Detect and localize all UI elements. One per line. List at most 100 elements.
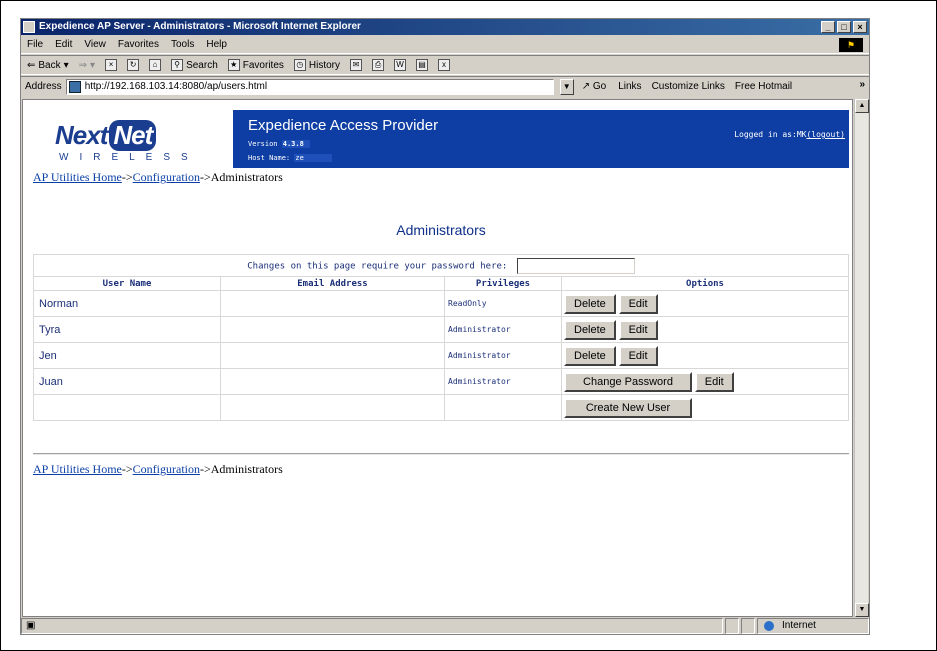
breadcrumb-config-link[interactable]: Configuration [133, 462, 200, 476]
host-value: ze [294, 154, 332, 162]
search-button[interactable]: ⚲ Search [171, 59, 218, 71]
go-label: Go [592, 81, 607, 92]
stop-icon[interactable]: × [105, 59, 118, 71]
edit-button[interactable]: Edit [618, 345, 658, 366]
edit-button[interactable]: Edit [618, 319, 658, 340]
menu-edit[interactable]: Edit [55, 36, 72, 53]
close-button[interactable]: × [853, 21, 867, 33]
history-icon: ◷ [293, 59, 306, 71]
zone-label: Internet [782, 620, 816, 631]
change-password-button[interactable]: Change Password [564, 371, 692, 392]
back-label: Back [38, 59, 61, 71]
more-links-chevron-icon[interactable]: » [859, 79, 865, 90]
window-titlebar[interactable]: Expedience AP Server - Administrators - … [21, 19, 869, 35]
forward-button[interactable]: ⇒ ▾ [79, 60, 95, 71]
home-icon[interactable]: ⌂ [149, 59, 162, 71]
menu-file[interactable]: File [27, 36, 43, 53]
edit-word-icon[interactable]: W [394, 59, 407, 71]
breadcrumb-current: Administrators [210, 170, 283, 184]
go-button[interactable]: ↗ Go [582, 81, 607, 92]
column-header-privileges: Privileges [444, 276, 562, 291]
history-label: History [308, 59, 341, 71]
security-zone: Internet [757, 618, 869, 634]
print-icon[interactable]: ⎙ [372, 59, 385, 71]
link-customize[interactable]: Customize Links [652, 81, 725, 92]
scroll-down-icon[interactable]: ▼ [855, 603, 869, 617]
table-row: Jen Administrator Delete Edit [33, 342, 849, 369]
table-row: Juan Administrator Change Password Edit [33, 368, 849, 395]
menu-tools[interactable]: Tools [171, 36, 194, 53]
breadcrumb-separator: -> [121, 462, 133, 476]
address-bar: Address http://192.168.103.14:8080/ap/us… [21, 76, 869, 96]
email-cell [220, 316, 445, 343]
back-button[interactable]: ⇐ Back ▾ [27, 60, 69, 71]
breadcrumb-separator: -> [199, 170, 211, 184]
refresh-icon[interactable]: ↻ [127, 59, 140, 71]
create-new-user-button[interactable]: Create New User [564, 397, 692, 418]
version-info: Version 4.3.8 [248, 140, 310, 148]
privilege-cell: Administrator [444, 368, 562, 395]
administrators-table: Changes on this page require your passwo… [33, 254, 849, 421]
maximize-button[interactable]: □ [837, 21, 851, 33]
user-name-cell: Juan [33, 368, 221, 395]
logo-net-text: Net [109, 120, 157, 151]
options-cell: Delete Edit [561, 342, 849, 369]
page-content: Next Net WIRELESS Expedience Access Provi… [22, 99, 853, 617]
address-dropdown-icon[interactable]: ▼ [559, 78, 574, 95]
product-title: Expedience Access Provider [248, 117, 439, 134]
windows-logo-icon: ⚑ [839, 38, 863, 52]
address-url: http://192.168.103.14:8080/ap/users.html [84, 80, 268, 92]
user-name-cell: Norman [33, 290, 221, 317]
version-value: 4.3.8 [281, 140, 310, 148]
address-input[interactable]: http://192.168.103.14:8080/ap/users.html [65, 78, 554, 95]
browser-toolbar: ⇐ Back ▾ ⇒ ▾ × ↻ ⌂ ⚲ Search ★ Favorites … [21, 55, 869, 75]
table-row-new-user: Create New User [33, 394, 849, 421]
links-label: Links [618, 81, 642, 92]
menu-help[interactable]: Help [206, 36, 227, 53]
discuss-icon[interactable]: ▤ [416, 59, 429, 71]
history-button[interactable]: ◷ History [293, 59, 341, 71]
link-hotmail[interactable]: Free Hotmail [735, 81, 792, 92]
breadcrumb-config-link[interactable]: Configuration [133, 170, 200, 184]
email-cell [220, 368, 445, 395]
chevron-down-icon: ▾ [90, 59, 96, 71]
password-prompt: Changes on this page require your passwo… [247, 261, 508, 271]
scroll-up-icon[interactable]: ▲ [855, 99, 869, 113]
login-status: Logged in as:MK(logout) [734, 130, 845, 139]
status-bar: ▣ Internet [21, 618, 869, 634]
mail-icon[interactable]: ✉ [350, 59, 363, 71]
breadcrumb-separator: -> [199, 462, 211, 476]
column-header-user: User Name [33, 276, 221, 291]
password-row: Changes on this page require your passwo… [33, 254, 849, 277]
edit-button[interactable]: Edit [694, 371, 734, 392]
messenger-icon[interactable]: x [438, 59, 451, 71]
back-arrow-icon: ⇐ [27, 59, 36, 71]
screenshot-frame: Expedience AP Server - Administrators - … [0, 0, 937, 651]
table-header-row: User Name Email Address Privileges Optio… [33, 276, 849, 291]
chevron-down-icon: ▾ [63, 59, 69, 71]
delete-button[interactable]: Delete [564, 319, 616, 340]
options-cell: Create New User [561, 394, 849, 421]
search-icon: ⚲ [171, 59, 184, 71]
browser-window: Expedience AP Server - Administrators - … [20, 18, 870, 635]
minimize-button[interactable]: _ [821, 21, 835, 33]
logout-link[interactable]: (logout) [806, 130, 845, 139]
globe-icon [764, 621, 774, 631]
breadcrumb-home-link[interactable]: AP Utilities Home [33, 462, 122, 476]
menu-view[interactable]: View [84, 36, 106, 53]
forward-arrow-icon: ⇒ [78, 59, 88, 71]
breadcrumb-home-link[interactable]: AP Utilities Home [33, 170, 122, 184]
edit-button[interactable]: Edit [618, 293, 658, 314]
vertical-scrollbar[interactable]: ▲ ▼ [854, 99, 869, 617]
logo-wireless-text: WIRELESS [59, 152, 199, 163]
delete-button[interactable]: Delete [564, 345, 616, 366]
favorites-button[interactable]: ★ Favorites [227, 59, 284, 71]
delete-button[interactable]: Delete [564, 293, 616, 314]
table-row: Norman ReadOnly Delete Edit [33, 290, 849, 317]
links-bar: Links Customize Links Free Hotmail [618, 81, 792, 92]
password-input[interactable] [516, 257, 635, 274]
menu-favorites[interactable]: Favorites [118, 36, 159, 53]
logo-next-text: Next [55, 120, 108, 150]
logged-in-label: Logged in as: [734, 130, 797, 139]
divider [33, 453, 849, 455]
